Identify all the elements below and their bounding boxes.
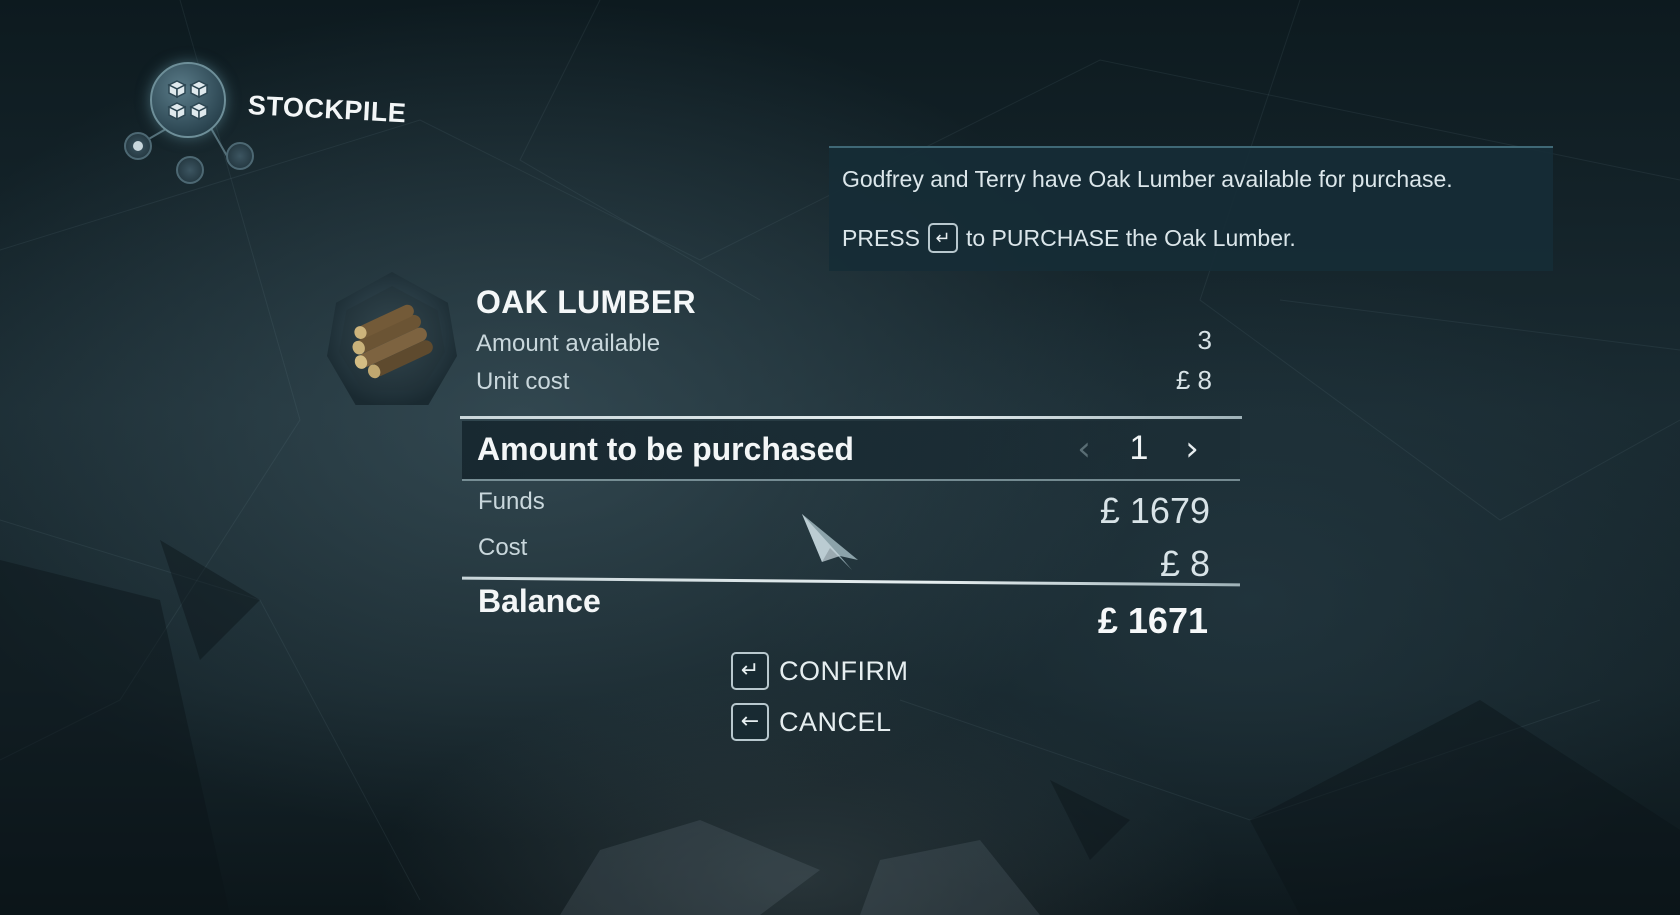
backspace-key-icon: ←: [731, 703, 769, 741]
purchase-quantity-value: 1: [1129, 429, 1149, 467]
page-dot-2[interactable]: [176, 156, 204, 184]
enter-key-icon: ↵: [927, 223, 958, 253]
funds-label: Funds: [478, 488, 545, 515]
tooltip-press-label: PRESS: [842, 224, 920, 251]
funds-value: £ 1679: [1099, 490, 1210, 531]
cancel-button[interactable]: ← CANCEL: [731, 703, 892, 741]
page-dot-3[interactable]: [226, 142, 254, 170]
balance-label: Balance: [478, 583, 601, 619]
cursor-pointer-icon: [802, 514, 858, 570]
chevron-left-icon[interactable]: ‹: [1067, 429, 1101, 469]
stockpile-header: STOCKPILE: [120, 58, 420, 188]
chevron-right-icon[interactable]: ›: [1175, 429, 1209, 469]
unit-cost-value: £ 8: [1175, 365, 1212, 395]
amount-available-value: 3: [1197, 325, 1212, 355]
page-dot-1[interactable]: [124, 132, 152, 160]
enter-key-icon: ↵: [731, 652, 769, 690]
purchase-quantity-row[interactable]: Amount to be purchased ‹ 1 ›: [462, 421, 1240, 479]
tooltip-line-1: Godfrey and Terry have Oak Lumber availa…: [842, 166, 1453, 192]
purchase-quantity-label: Amount to be purchased: [477, 431, 854, 467]
confirm-label: CONFIRM: [779, 655, 909, 686]
row-divider: [462, 479, 1240, 481]
tooltip-line-2: PRESS ↵ to PURCHASE the Oak Lumber.: [842, 223, 1540, 253]
item-name: OAK LUMBER: [476, 284, 696, 320]
purchase-tooltip: Godfrey and Terry have Oak Lumber availa…: [829, 146, 1553, 271]
unit-cost-label: Unit cost: [476, 368, 570, 395]
tooltip-instruction: to PURCHASE the Oak Lumber.: [965, 224, 1296, 251]
confirm-button[interactable]: ↵ CONFIRM: [731, 652, 908, 690]
cost-value: £ 8: [1159, 543, 1210, 584]
stockpile-hex-icon: [150, 62, 226, 138]
section-divider: [460, 416, 1242, 419]
balance-value: £ 1671: [1097, 600, 1208, 641]
amount-available-label: Amount available: [476, 330, 661, 357]
cost-label: Cost: [478, 534, 528, 561]
cancel-label: CANCEL: [779, 706, 892, 737]
page-title: STOCKPILE: [247, 90, 408, 129]
